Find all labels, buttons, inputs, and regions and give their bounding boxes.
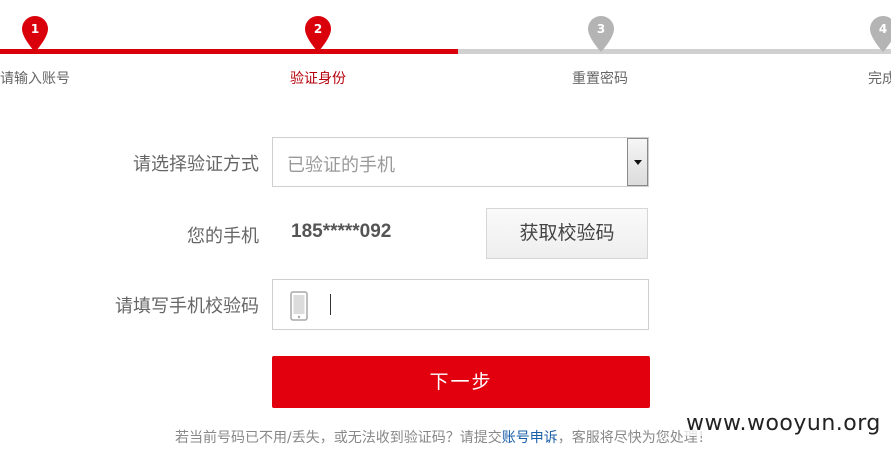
step-2-marker-icon: 2: [305, 16, 331, 52]
step-3-label: 重置密码: [572, 71, 628, 87]
step-2-number: 2: [313, 22, 323, 36]
code-field-label: 请填写手机校验码: [115, 296, 259, 317]
step-4-label: 完成: [868, 71, 891, 87]
account-appeal-link[interactable]: 账号申诉: [502, 430, 558, 446]
phone-label: 您的手机: [187, 226, 259, 247]
phone-number-value: 185*****092: [291, 221, 392, 242]
watermark: www.wooyun.org: [684, 411, 883, 436]
get-code-button[interactable]: 获取校验码: [486, 208, 648, 259]
step-1-number: 1: [30, 22, 40, 36]
step-4-marker-icon: 4: [870, 16, 891, 52]
footnote-text-before: 若当前号码已不用/丢失，或无法收到验证码？请提交: [175, 430, 502, 446]
verification-code-input[interactable]: [272, 279, 649, 330]
next-step-button[interactable]: 下一步: [272, 356, 650, 408]
text-cursor: [330, 294, 331, 315]
mobile-phone-icon: [290, 291, 308, 321]
progress-track-completed: [0, 49, 458, 54]
step-2-label: 验证身份: [290, 71, 346, 87]
verification-method-select[interactable]: 已验证的手机: [272, 137, 649, 187]
dropdown-arrow-icon[interactable]: [627, 138, 648, 186]
step-3-number: 3: [596, 22, 606, 36]
step-4-number: 4: [878, 22, 888, 36]
step-3-marker-icon: 3: [588, 16, 614, 52]
progress-track-remaining: [458, 49, 891, 54]
step-1-label: 请输入账号: [0, 71, 70, 87]
verification-method-value: 已验证的手机: [287, 155, 395, 176]
verification-method-label: 请选择验证方式: [133, 154, 259, 175]
help-footnote: 若当前号码已不用/丢失，或无法收到验证码？请提交账号申诉，客服将尽快为您处理！: [175, 427, 712, 447]
step-1-marker-icon: 1: [22, 16, 48, 52]
